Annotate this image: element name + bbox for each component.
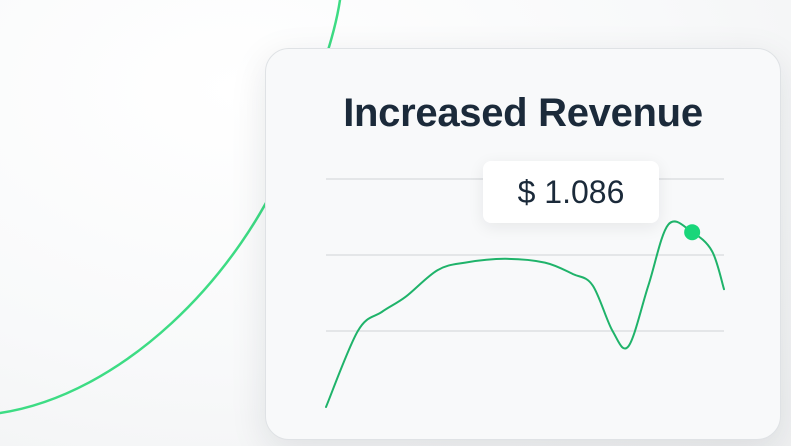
revenue-chart	[325, 178, 725, 408]
tooltip-value: $ 1.086	[517, 173, 625, 210]
revenue-card: Increased Revenue $ 1.086	[265, 48, 781, 440]
value-tooltip: $ 1.086	[483, 161, 659, 223]
stage: Increased Revenue $ 1.086	[0, 0, 791, 446]
highlight-point[interactable]	[684, 224, 701, 241]
revenue-line	[325, 220, 725, 408]
